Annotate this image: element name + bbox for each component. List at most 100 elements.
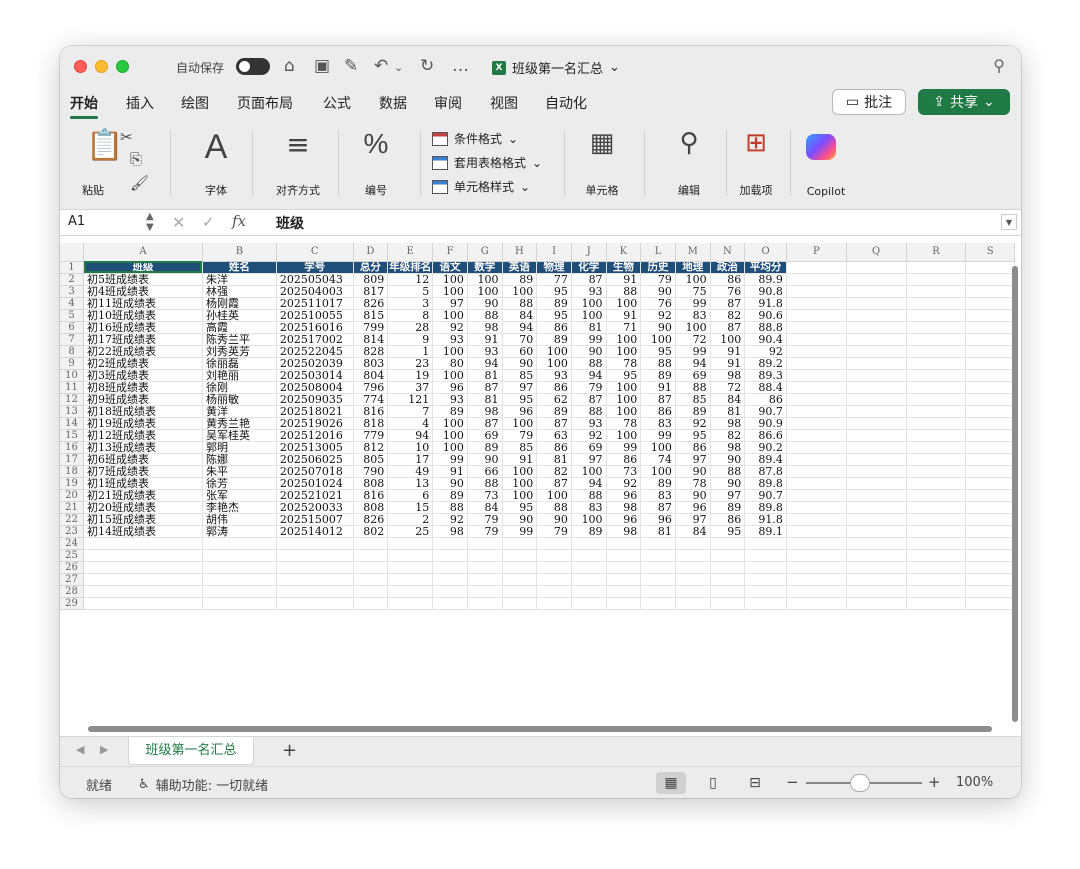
data-cell[interactable]: 初10班成绩表 <box>83 309 203 322</box>
data-cell[interactable]: 91.8 <box>744 513 787 526</box>
data-cell[interactable]: 100 <box>606 297 642 310</box>
empty-cell[interactable] <box>846 405 907 418</box>
data-cell[interactable]: 97 <box>675 453 711 466</box>
empty-cell[interactable] <box>353 549 389 562</box>
data-cell[interactable]: 86 <box>744 393 787 406</box>
font-group[interactable]: A 字体 <box>184 126 248 206</box>
empty-cell[interactable] <box>786 525 847 538</box>
data-cell[interactable]: 黄秀兰艳 <box>202 417 277 430</box>
column-header-D[interactable]: D <box>353 243 389 262</box>
data-cell[interactable]: 96 <box>675 501 711 514</box>
data-cell[interactable]: 97 <box>710 489 746 502</box>
data-cell[interactable]: 7 <box>387 405 434 418</box>
data-cell[interactable]: 79 <box>536 525 572 538</box>
data-cell[interactable]: 5 <box>387 285 434 298</box>
data-cell[interactable]: 86 <box>710 513 746 526</box>
data-cell[interactable]: 90 <box>536 513 572 526</box>
data-cell[interactable]: 杨刚霞 <box>202 297 277 310</box>
data-cell[interactable]: 202519026 <box>276 417 354 430</box>
data-cell[interactable]: 90 <box>502 357 538 370</box>
empty-cell[interactable] <box>846 549 907 562</box>
data-cell[interactable]: 95 <box>606 369 642 382</box>
data-cell[interactable]: 98 <box>467 405 503 418</box>
data-cell[interactable]: 87 <box>571 393 607 406</box>
data-cell[interactable]: 94 <box>387 429 434 442</box>
data-cell[interactable]: 初9班成绩表 <box>83 393 203 406</box>
data-cell[interactable]: 100 <box>640 441 676 454</box>
data-cell[interactable]: 99 <box>502 525 538 538</box>
header-cell[interactable]: 年级排名 <box>387 261 434 274</box>
empty-cell[interactable] <box>906 585 967 598</box>
empty-cell[interactable] <box>846 525 907 538</box>
empty-cell[interactable] <box>710 549 746 562</box>
data-cell[interactable]: 86 <box>675 441 711 454</box>
empty-cell[interactable] <box>432 585 468 598</box>
format-painter-icon[interactable]: 🖌 <box>130 174 149 192</box>
data-cell[interactable]: 87 <box>710 321 746 334</box>
column-header-N[interactable]: N <box>710 243 746 262</box>
data-cell[interactable]: 83 <box>571 501 607 514</box>
data-cell[interactable]: 89 <box>536 297 572 310</box>
column-header-C[interactable]: C <box>276 243 354 262</box>
header-cell[interactable]: 总分 <box>353 261 389 274</box>
data-cell[interactable]: 95 <box>502 501 538 514</box>
data-cell[interactable]: 816 <box>353 489 389 502</box>
data-cell[interactable]: 69 <box>571 441 607 454</box>
data-cell[interactable]: 初7班成绩表 <box>83 465 203 478</box>
page-break-view-button[interactable]: ⊟ <box>740 772 770 794</box>
data-cell[interactable]: 93 <box>571 417 607 430</box>
column-header-S[interactable]: S <box>965 243 1015 262</box>
data-cell[interactable]: 100 <box>536 345 572 358</box>
data-cell[interactable]: 88 <box>467 477 503 490</box>
row-header[interactable]: 25 <box>60 549 84 562</box>
empty-cell[interactable] <box>786 597 847 610</box>
empty-cell[interactable] <box>906 441 967 454</box>
zoom-level[interactable]: 100% <box>956 775 993 790</box>
data-cell[interactable]: 初14班成绩表 <box>83 525 203 538</box>
empty-cell[interactable] <box>675 585 711 598</box>
prev-sheet-icon[interactable]: ◀ <box>76 743 84 756</box>
empty-cell[interactable] <box>571 561 607 574</box>
column-header-O[interactable]: O <box>744 243 787 262</box>
empty-cell[interactable] <box>965 453 1015 466</box>
empty-cell[interactable] <box>965 513 1015 526</box>
header-cell[interactable]: 班级 <box>83 261 203 274</box>
empty-cell[interactable] <box>432 549 468 562</box>
empty-cell[interactable] <box>467 585 503 598</box>
empty-cell[interactable] <box>202 585 277 598</box>
data-cell[interactable]: 1 <box>387 345 434 358</box>
data-cell[interactable]: 826 <box>353 297 389 310</box>
data-cell[interactable]: 89 <box>675 405 711 418</box>
empty-cell[interactable] <box>786 345 847 358</box>
data-cell[interactable]: 72 <box>710 381 746 394</box>
data-cell[interactable]: 202521021 <box>276 489 354 502</box>
empty-cell[interactable] <box>786 357 847 370</box>
empty-cell[interactable] <box>387 597 434 610</box>
data-cell[interactable]: 97 <box>502 381 538 394</box>
data-cell[interactable]: 100 <box>502 285 538 298</box>
data-cell[interactable]: 89.1 <box>744 525 787 538</box>
data-cell[interactable]: 828 <box>353 345 389 358</box>
empty-cell[interactable] <box>906 321 967 334</box>
empty-cell[interactable] <box>467 573 503 586</box>
empty-cell[interactable] <box>744 549 787 562</box>
empty-cell[interactable] <box>965 381 1015 394</box>
data-cell[interactable]: 78 <box>606 357 642 370</box>
empty-cell[interactable] <box>432 597 468 610</box>
row-header[interactable]: 16 <box>60 441 84 454</box>
data-cell[interactable]: 79 <box>640 273 676 286</box>
empty-cell[interactable] <box>387 561 434 574</box>
empty-cell[interactable] <box>83 573 203 586</box>
data-cell[interactable]: 62 <box>536 393 572 406</box>
data-cell[interactable]: 89.8 <box>744 477 787 490</box>
data-cell[interactable]: 100 <box>502 489 538 502</box>
data-cell[interactable]: 805 <box>353 453 389 466</box>
empty-cell[interactable] <box>467 537 503 550</box>
column-header-Q[interactable]: Q <box>846 243 907 262</box>
data-cell[interactable]: 83 <box>640 417 676 430</box>
horizontal-scrollbar[interactable] <box>88 726 992 732</box>
tab-home[interactable]: 开始 <box>70 93 98 119</box>
data-cell[interactable]: 100 <box>606 429 642 442</box>
undo-dropdown-icon[interactable]: ⌄ <box>394 58 403 78</box>
data-cell[interactable]: 100 <box>432 309 468 322</box>
